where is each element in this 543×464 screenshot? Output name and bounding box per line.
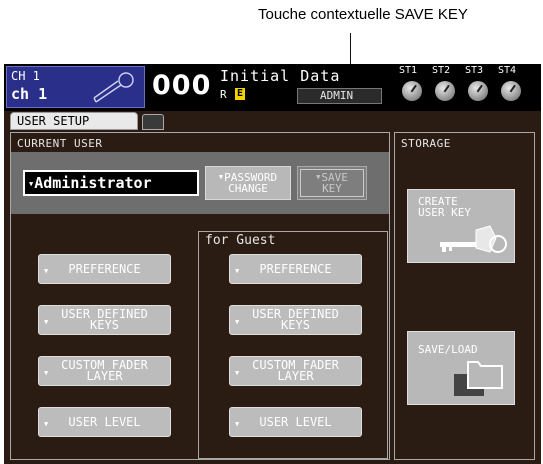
console-screen: CH 1 ch 1 000 Initial Data R E ADMIN ST1… bbox=[4, 64, 541, 464]
dropdown-arrow-icon: ▼ bbox=[235, 420, 240, 428]
user-select[interactable]: ▼Administrator bbox=[23, 170, 199, 196]
selected-user: Administrator bbox=[34, 174, 152, 192]
folder-icon bbox=[454, 361, 503, 396]
dropdown-arrow-icon: ▼ bbox=[44, 420, 49, 428]
guest-title: for Guest bbox=[205, 233, 276, 248]
scene-title: Initial Data bbox=[220, 67, 341, 85]
dropdown-arrow-icon: ▼ bbox=[235, 369, 240, 377]
password-change-button[interactable]: ▼PASSWORD CHANGE bbox=[205, 166, 291, 200]
dropdown-arrow-icon: ▼ bbox=[235, 318, 240, 326]
storage-panel: STORAGE CREATE USER KEY SAVE/LOAD bbox=[394, 132, 535, 460]
dropdown-arrow-icon: ▼ bbox=[44, 267, 49, 275]
scene-read-indicator: R bbox=[220, 88, 227, 101]
create-line2: USER KEY bbox=[418, 206, 471, 219]
storage-title: STORAGE bbox=[401, 137, 451, 150]
scene-number[interactable]: 000 bbox=[152, 70, 211, 101]
callout-label: Touche contextuelle SAVE KEY bbox=[258, 6, 468, 23]
st3-label: ST3 bbox=[465, 65, 484, 76]
custom-fader-layer-button[interactable]: ▼ CUSTOM FADER LAYER bbox=[38, 356, 171, 386]
create-user-key-button[interactable]: CREATE USER KEY bbox=[407, 189, 515, 263]
key-icon bbox=[440, 225, 507, 253]
dropdown-arrow-icon: ▼ bbox=[44, 318, 49, 326]
dropdown-arrow-icon: ▼ bbox=[29, 180, 34, 188]
login-user-badge: ADMIN bbox=[297, 88, 382, 104]
preference-button[interactable]: ▼ PREFERENCE bbox=[38, 254, 171, 284]
user-strip: ▼Administrator ▼PASSWORD CHANGE ▼SAVE KE… bbox=[11, 152, 389, 214]
st3-knob-icon[interactable] bbox=[468, 81, 488, 101]
st2-knob-icon[interactable] bbox=[435, 81, 455, 101]
channel-box[interactable]: CH 1 ch 1 bbox=[6, 66, 145, 108]
save-load-label: SAVE/LOAD bbox=[418, 343, 478, 356]
dropdown-arrow-icon: ▼ bbox=[235, 267, 240, 275]
guest-box: for Guest ▼ PREFERENCE ▼ USER DEFINED KEYS … bbox=[198, 231, 388, 459]
guest-custom-fader-layer-button[interactable]: ▼ CUSTOM FADER LAYER bbox=[229, 356, 362, 386]
save-key-button[interactable]: ▼SAVE KEY bbox=[297, 166, 367, 200]
st4-label: ST4 bbox=[498, 65, 517, 76]
dropdown-arrow-icon: ▼ bbox=[218, 173, 224, 181]
tab-user-setup[interactable]: USER SETUP bbox=[10, 112, 138, 130]
user-defined-keys-button[interactable]: ▼ USER DEFINED KEYS bbox=[38, 305, 171, 335]
status-bar: CH 1 ch 1 000 Initial Data R E ADMIN ST1… bbox=[4, 64, 541, 111]
st4-knob-icon[interactable] bbox=[501, 81, 521, 101]
st1-knob-icon[interactable] bbox=[402, 81, 422, 101]
st2-label: ST2 bbox=[432, 65, 451, 76]
microphone-icon bbox=[93, 72, 134, 103]
st1-label: ST1 bbox=[399, 65, 418, 76]
guest-user-level-button[interactable]: ▼ USER LEVEL bbox=[229, 407, 362, 437]
password-change-line2: CHANGE bbox=[228, 182, 268, 195]
dropdown-arrow-icon: ▼ bbox=[44, 369, 49, 377]
scene-edit-indicator: E bbox=[235, 88, 245, 100]
channel-number: CH 1 bbox=[11, 69, 40, 83]
guest-preference-button[interactable]: ▼ PREFERENCE bbox=[229, 254, 362, 284]
current-user-panel: CURRENT USER ▼Administrator ▼PASSWORD CH… bbox=[10, 132, 390, 460]
user-level-button[interactable]: ▼ USER LEVEL bbox=[38, 407, 171, 437]
channel-name: ch 1 bbox=[11, 85, 48, 103]
guest-user-defined-keys-button[interactable]: ▼ USER DEFINED KEYS bbox=[229, 305, 362, 335]
save-load-button[interactable]: SAVE/LOAD bbox=[407, 331, 515, 405]
save-key-frame bbox=[300, 169, 364, 197]
current-user-title: CURRENT USER bbox=[17, 137, 103, 150]
tab-page-2[interactable] bbox=[142, 114, 164, 130]
